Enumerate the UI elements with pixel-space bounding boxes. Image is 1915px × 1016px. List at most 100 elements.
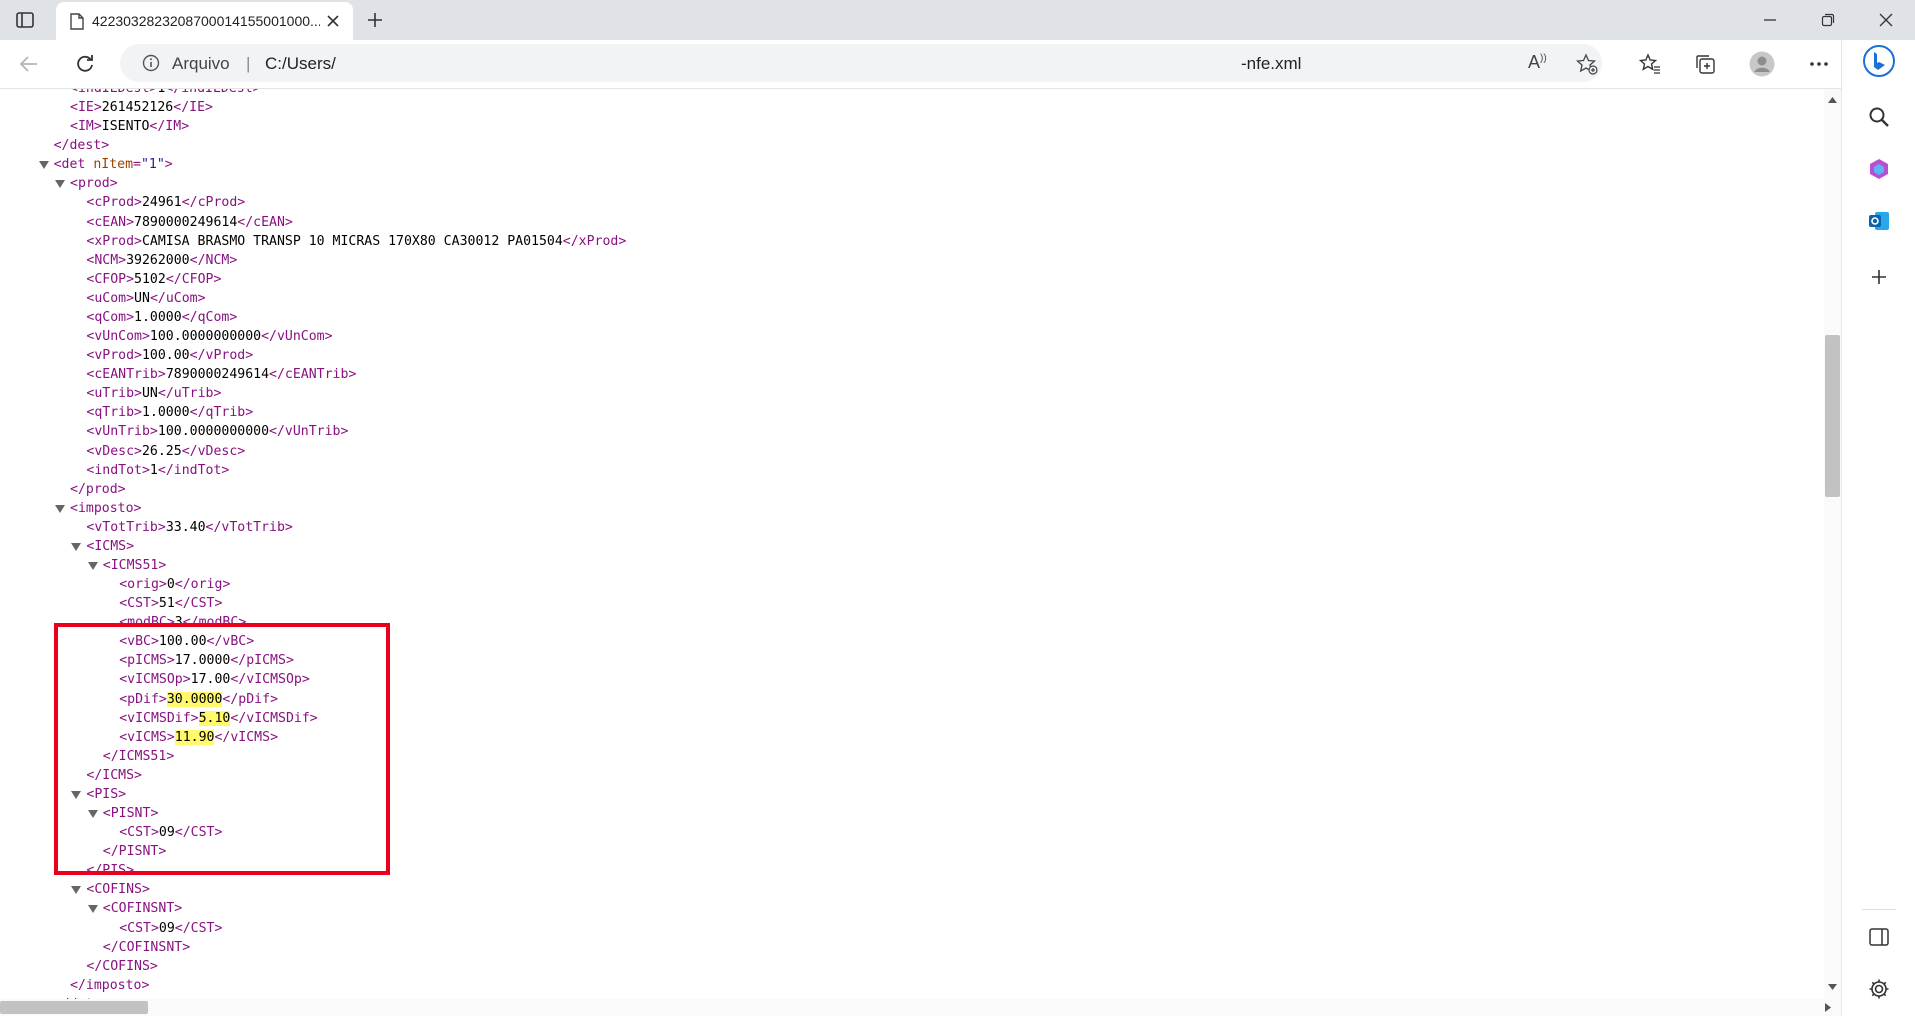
vertical-scrollbar[interactable] xyxy=(1824,89,1841,999)
back-button[interactable] xyxy=(12,48,46,80)
collapse-triangle-icon[interactable] xyxy=(55,504,65,513)
more-icon xyxy=(1810,62,1828,66)
xml-line: <uTrib>UN</uTrib> xyxy=(86,386,222,402)
info-icon xyxy=(142,54,160,72)
xml-line: <uCom>UN</uCom> xyxy=(86,290,206,306)
add-sidebar-app-button[interactable] xyxy=(1862,260,1896,294)
vertical-scroll-thumb[interactable] xyxy=(1825,335,1840,497)
tab-actions-button[interactable] xyxy=(12,8,38,32)
close-window-button[interactable] xyxy=(1864,6,1908,34)
bing-copilot-button[interactable] xyxy=(1862,44,1896,78)
sidebar-settings-button[interactable] xyxy=(1862,972,1896,1006)
address-bar[interactable]: Arquivo | C:/Users/ -nfe.xml A)) xyxy=(120,44,1602,82)
outlook-icon xyxy=(1869,212,1889,230)
collapse-triangle-icon[interactable] xyxy=(71,886,82,895)
collapse-triangle-icon[interactable] xyxy=(55,180,65,189)
xml-line: <cEANTrib>7890000249614</cEANTrib> xyxy=(86,367,357,383)
refresh-button[interactable] xyxy=(68,48,102,80)
tab-bar: 4223032823208700014155001000... xyxy=(0,0,1915,40)
collapse-triangle-icon[interactable] xyxy=(87,562,98,570)
scroll-right-icon[interactable] xyxy=(1825,1003,1831,1012)
plus-icon xyxy=(368,13,382,27)
sidebar-toggle-icon xyxy=(1869,928,1889,946)
add-favorite-icon[interactable] xyxy=(1576,53,1598,75)
collapse-triangle-icon[interactable] xyxy=(38,161,49,170)
search-icon xyxy=(1869,107,1889,127)
xml-line: <vDesc>26.25</vDesc> xyxy=(86,443,246,459)
address-separator: | xyxy=(246,54,251,73)
xml-line: <ICMS51> xyxy=(102,558,167,573)
collections-icon xyxy=(1696,55,1715,74)
xml-line: <NCM>39262000</NCM> xyxy=(86,252,238,268)
refresh-icon xyxy=(77,55,93,72)
collapse-triangle-icon[interactable] xyxy=(71,542,82,551)
horizontal-scrollbar[interactable] xyxy=(0,999,1841,1016)
collapse-triangle-icon[interactable] xyxy=(87,905,98,914)
plus-icon xyxy=(1872,270,1886,284)
xml-line: <qCom>1.0000</qCom> xyxy=(86,309,238,325)
xml-line: <orig>0</orig> xyxy=(119,577,231,593)
xml-line: <vUnCom>100.0000000000</vUnCom> xyxy=(86,329,333,345)
new-tab-button[interactable] xyxy=(360,6,390,34)
restore-button[interactable] xyxy=(1806,6,1850,34)
favorites-icon xyxy=(1639,53,1660,74)
avatar-icon xyxy=(1749,51,1775,77)
xml-line: <det nItem="1"> xyxy=(53,157,173,173)
back-arrow-icon xyxy=(19,56,37,72)
xml-line: <cEAN>7890000249614</cEAN> xyxy=(86,214,293,230)
xml-line: <qTrib>1.0000</qTrib> xyxy=(86,405,254,421)
tab-title: 4223032823208700014155001000... xyxy=(92,13,320,29)
xml-line: <indIEDest>1</indIEDest> xyxy=(70,89,261,98)
tab-active[interactable]: 4223032823208700014155001000... xyxy=(56,2,353,40)
xml-line: <cProd>24961</cProd> xyxy=(86,195,246,211)
xml-line: </imposto> xyxy=(70,977,150,993)
horizontal-scroll-thumb[interactable] xyxy=(0,1001,148,1014)
more-menu-button[interactable] xyxy=(1802,48,1836,80)
tab-actions-icon xyxy=(16,12,34,28)
xml-line: <IM>ISENTO</IM> xyxy=(70,119,190,135)
address-prefix: Arquivo xyxy=(172,54,230,73)
xml-line: <imposto> xyxy=(70,500,142,516)
xml-line: </COFINS> xyxy=(86,958,158,974)
minimize-button[interactable] xyxy=(1748,6,1792,34)
scroll-up-icon[interactable] xyxy=(1828,97,1837,103)
scroll-down-icon[interactable] xyxy=(1828,984,1837,990)
profile-button[interactable] xyxy=(1745,48,1779,80)
favorites-button[interactable] xyxy=(1633,48,1667,80)
xml-line: <vProd>100.00</vProd> xyxy=(86,348,254,364)
sidebar-divider xyxy=(1862,909,1896,910)
xml-line: </dest> xyxy=(53,138,110,154)
hide-sidebar-button[interactable] xyxy=(1862,920,1896,954)
address-path-start: C:/Users/ xyxy=(265,54,336,73)
xml-line: <vUnTrib>100.0000000000</vUnTrib> xyxy=(86,424,349,440)
toolbar: Arquivo | C:/Users/ -nfe.xml A)) xyxy=(0,40,1915,89)
xml-line: <COFINSNT> xyxy=(102,901,183,917)
xml-line: <IE>261452126</IE> xyxy=(70,100,213,116)
gear-icon xyxy=(1869,979,1889,999)
read-aloud-icon[interactable]: A)) xyxy=(1528,52,1547,73)
xml-line: <ICMS> xyxy=(86,538,135,554)
search-sidebar-button[interactable] xyxy=(1862,100,1896,134)
xml-line: </prod> xyxy=(70,481,126,497)
office-icon xyxy=(1870,159,1888,179)
xml-line: <CST>09</CST> xyxy=(119,920,223,936)
xml-line: <indTot>1</indTot> xyxy=(86,462,230,478)
xml-line: <prod> xyxy=(70,176,118,192)
close-icon[interactable] xyxy=(326,14,340,28)
bing-icon xyxy=(1863,45,1895,77)
collections-button[interactable] xyxy=(1688,48,1722,80)
xml-line: <vTotTrib>33.40</vTotTrib> xyxy=(86,519,293,535)
xml-line: <CST>51</CST> xyxy=(119,596,223,612)
outlook-button[interactable] xyxy=(1862,204,1896,238)
minimize-icon xyxy=(1764,19,1776,21)
restore-icon xyxy=(1821,13,1835,27)
xml-line: </COFINSNT> xyxy=(102,939,191,955)
xml-line: <CFOP>5102</CFOP> xyxy=(86,271,222,287)
close-window-icon xyxy=(1879,13,1893,27)
xml-viewer: <indIEDest>1</indIEDest> <IE>261452126</I… xyxy=(0,89,1824,999)
office-button[interactable] xyxy=(1862,152,1896,186)
annotation-red-box xyxy=(54,623,390,875)
file-icon xyxy=(70,12,84,30)
xml-line: <xProd>CAMISA BRASMO TRANSP 10 MICRAS 17… xyxy=(86,233,627,249)
xml-line: <COFINS> xyxy=(86,882,150,898)
